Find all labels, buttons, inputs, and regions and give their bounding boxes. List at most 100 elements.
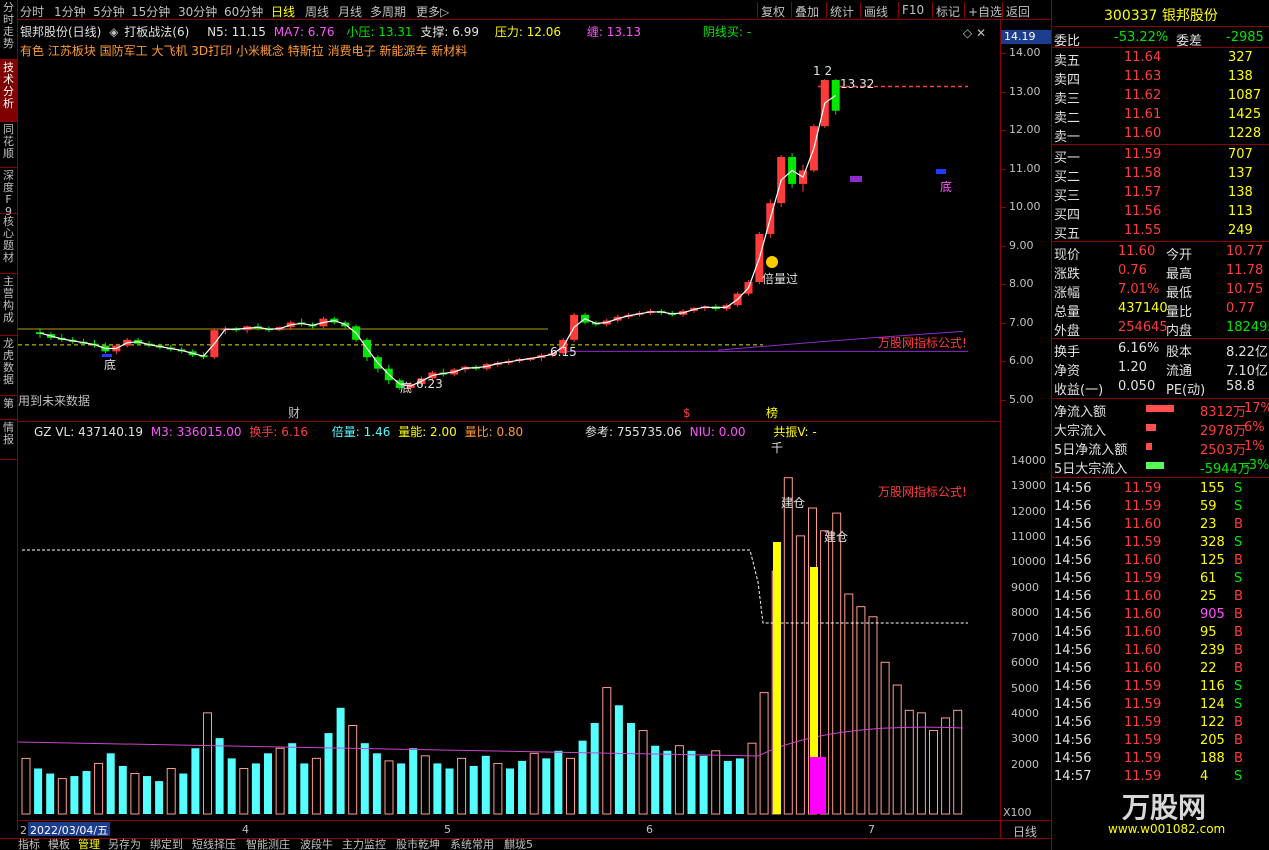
volume-tick: 4000 bbox=[1011, 707, 1039, 720]
buy-price: 11.57 bbox=[1124, 185, 1162, 200]
price-tick: 9.00 bbox=[1009, 238, 1034, 252]
stat-value: 0.050 bbox=[1118, 379, 1156, 394]
bottom-tab-0[interactable]: 指标 bbox=[18, 839, 40, 850]
bottom-tab-8[interactable]: 主力监控 bbox=[342, 839, 386, 850]
sidebar-tab-5[interactable]: 主营构成 bbox=[0, 274, 17, 336]
buy-price: 11.59 bbox=[1124, 147, 1162, 162]
volume-bar bbox=[627, 722, 635, 814]
sidebar-tab-1[interactable]: 技术分析 bbox=[0, 60, 17, 122]
sidebar-tab-4[interactable]: 核心题材 bbox=[0, 214, 17, 274]
period-tab-0[interactable]: 分时 bbox=[20, 3, 44, 20]
price-tick: 5.00 bbox=[1009, 392, 1034, 406]
period-tab-6[interactable]: 日线 bbox=[271, 3, 295, 20]
tick-time: 14:56 bbox=[1054, 625, 1092, 640]
period-indicator[interactable]: 日线 bbox=[1000, 820, 1051, 839]
period-tab-4[interactable]: 30分钟 bbox=[178, 3, 217, 20]
sidebar-tab-7[interactable]: 第 bbox=[0, 396, 17, 420]
bottom-tab-4[interactable]: 绑定到 bbox=[150, 839, 183, 850]
bottom-tab-11[interactable]: 麒珑5 bbox=[504, 839, 533, 850]
tick-price: 11.60 bbox=[1124, 553, 1162, 568]
bottom-tab-9[interactable]: 股市乾坤 bbox=[396, 839, 440, 850]
volume-bar bbox=[384, 760, 394, 815]
tool-button-5[interactable]: 标记 bbox=[936, 3, 960, 20]
tool-button-1[interactable]: 叠加 bbox=[795, 3, 819, 20]
price-tick-mark bbox=[1001, 284, 1006, 285]
volume-bar bbox=[554, 750, 563, 814]
period-tab-9[interactable]: 多周期 bbox=[370, 3, 406, 20]
volume-bar bbox=[880, 661, 890, 815]
tool-button-7[interactable]: 返回 bbox=[1006, 3, 1030, 20]
tick-volume: 188 bbox=[1200, 751, 1225, 766]
kline-svg: 底底底6.236.1513.32倍量过万股网指标公式!用到未来数据财 $ 榜1 2 bbox=[18, 64, 968, 420]
bottom-tab-5[interactable]: 短线择压 bbox=[192, 839, 236, 850]
tick-price: 11.60 bbox=[1124, 517, 1162, 532]
date-axis: 2 2022/03/04/五 4 5 6 7 bbox=[18, 820, 1000, 838]
buy-price: 11.56 bbox=[1124, 204, 1162, 219]
stat-value: 6.16% bbox=[1118, 341, 1160, 356]
tick-direction: B bbox=[1234, 715, 1243, 730]
tick-direction: S bbox=[1234, 697, 1243, 712]
price-axis: 14.19 14.00 13.00 12.00 11.00 10.00 9.00 8.00 7… bbox=[1000, 20, 1051, 422]
period-tab-5[interactable]: 60分钟 bbox=[224, 3, 263, 20]
volume-bar bbox=[614, 705, 623, 814]
tick-direction: S bbox=[1234, 571, 1243, 586]
reference-line bbox=[22, 549, 968, 624]
price-tick: 10.00 bbox=[1009, 200, 1041, 213]
volume-bar bbox=[723, 760, 732, 814]
volume-bar bbox=[94, 762, 104, 815]
volume-bar bbox=[506, 768, 514, 814]
bottom-tab-7[interactable]: 波段牛 bbox=[300, 839, 333, 850]
signal-marker bbox=[850, 176, 862, 182]
volume-bar bbox=[481, 755, 490, 814]
kline-chart[interactable]: 银邦股份(日线) ◈ 打板战法(6) N5: 11.15 MA7: 6.76 小… bbox=[18, 20, 1000, 422]
period-tab-10[interactable]: 更多▷ bbox=[416, 3, 449, 20]
sell-row: 卖一 11.60 1228 bbox=[1052, 124, 1269, 145]
volume-bar bbox=[215, 738, 224, 814]
stat2-row: 净资 1.20 流通 7.10亿 bbox=[1052, 358, 1269, 379]
volume-bar bbox=[433, 763, 442, 814]
period-tab-7[interactable]: 周线 bbox=[305, 3, 329, 20]
thousand-label: 千 bbox=[771, 441, 783, 455]
signal-marker bbox=[102, 354, 112, 357]
volume-bar bbox=[795, 535, 805, 815]
tick-price: 11.59 bbox=[1124, 751, 1162, 766]
bottom-tab-3[interactable]: 另存为 bbox=[108, 839, 141, 850]
sidebar-tab-0[interactable]: 分时走势 bbox=[0, 0, 17, 60]
volume-bar bbox=[493, 762, 503, 815]
tick-volume: 905 bbox=[1200, 607, 1225, 622]
sidebar-tab-2[interactable]: 同花顺 bbox=[0, 122, 17, 168]
buy-row: 买二 11.58 137 bbox=[1052, 164, 1269, 185]
bottom-tab-6[interactable]: 智能测庄 bbox=[246, 839, 290, 850]
stat-value: 10.77 bbox=[1226, 244, 1264, 259]
stat-row: 总量 437140 量比 0.77 bbox=[1052, 299, 1269, 320]
period-tab-1[interactable]: 1分钟 bbox=[54, 3, 86, 20]
volume-bar bbox=[203, 712, 212, 815]
sidebar-tab-6[interactable]: 龙虎数据 bbox=[0, 336, 17, 396]
period-tab-2[interactable]: 5分钟 bbox=[93, 3, 125, 20]
price-tick-mark bbox=[1001, 245, 1006, 247]
highlight-bar bbox=[810, 757, 826, 814]
volume-tick: 8000 bbox=[1011, 605, 1039, 619]
stat-value: 254645 bbox=[1118, 320, 1168, 335]
tool-button-6[interactable]: +自选 bbox=[968, 3, 1002, 20]
volume-bar bbox=[191, 748, 200, 814]
double-volume-label: 倍量过 bbox=[762, 271, 798, 286]
tool-button-3[interactable]: 画线 bbox=[864, 3, 888, 20]
price-tick-mark bbox=[1001, 130, 1006, 131]
period-tab-3[interactable]: 15分钟 bbox=[131, 3, 170, 20]
volume-tick: 6000 bbox=[1011, 656, 1039, 670]
sidebar-tab-8[interactable]: 情报 bbox=[0, 420, 17, 460]
sidebar-tab-3[interactable]: 深度F9 bbox=[0, 168, 17, 218]
tool-button-4[interactable]: F10 bbox=[902, 3, 924, 17]
volume-chart[interactable]: GZ VL: 437140.19 M3: 336015.00 换手: 6.16 … bbox=[18, 422, 1000, 820]
period-tab-8[interactable]: 月线 bbox=[338, 3, 362, 20]
bottom-tab-2[interactable]: 管理 bbox=[78, 839, 100, 850]
bottom-tab-1[interactable]: 模板 bbox=[48, 839, 70, 850]
tool-button-2[interactable]: 统计 bbox=[830, 3, 854, 20]
tool-button-0[interactable]: 复权 bbox=[761, 3, 785, 20]
volume-bar bbox=[311, 757, 321, 815]
buy-volume: 138 bbox=[1228, 185, 1253, 200]
tick-time: 14:56 bbox=[1054, 751, 1092, 766]
stat-value: 182495 bbox=[1226, 320, 1269, 335]
bottom-tab-10[interactable]: 系统常用 bbox=[450, 839, 494, 850]
